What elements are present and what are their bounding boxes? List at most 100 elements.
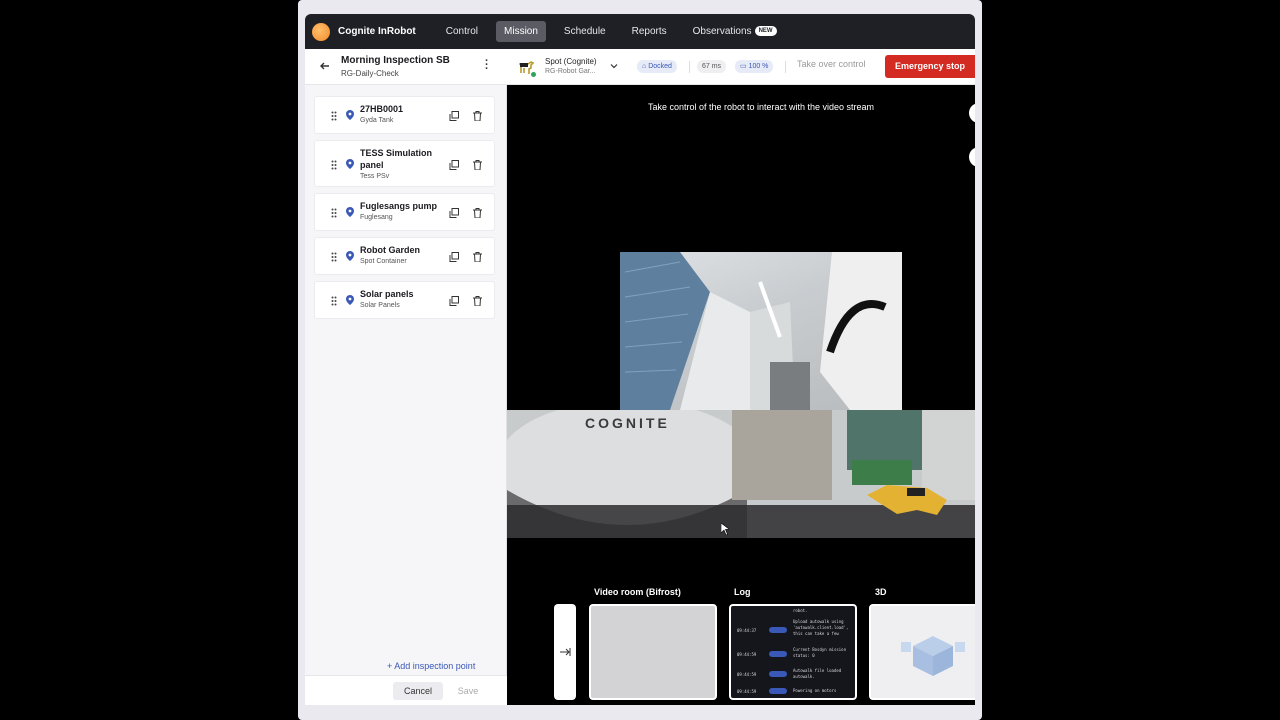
brand[interactable]: Cognite InRobot — [312, 22, 416, 41]
battery-label: 100 % — [748, 63, 769, 70]
drag-handle-icon[interactable] — [331, 160, 337, 170]
log-time: 09:44:59 — [737, 689, 757, 694]
add-inspection-point-button[interactable]: + Add inspection point — [387, 661, 475, 671]
take-over-control-button[interactable]: Take over control — [791, 59, 872, 69]
location-pin-icon — [346, 251, 354, 261]
emergency-stop-button[interactable]: Emergency stop — [885, 55, 975, 78]
mission-subtitle: RG-Daily-Check — [341, 69, 399, 78]
divider — [785, 61, 786, 73]
more-options-icon[interactable]: · · · — [485, 56, 489, 75]
drag-handle-icon[interactable] — [331, 252, 337, 262]
point-name: Fuglesangs pump — [360, 201, 438, 211]
pano-sign-text: COGNITE — [585, 415, 670, 431]
cube-icon — [901, 636, 965, 676]
duplicate-icon[interactable] — [449, 111, 459, 121]
drag-handle-icon[interactable] — [331, 208, 337, 218]
duplicate-icon[interactable] — [449, 208, 459, 218]
point-name: Solar panels — [360, 289, 414, 299]
tab-schedule[interactable]: Schedule — [556, 21, 614, 42]
mission-header: Morning Inspection SB RG-Daily-Check · · · — [305, 49, 507, 85]
mission-title: Morning Inspection SB — [341, 55, 450, 66]
point-location: Tess PSv — [360, 173, 390, 180]
front-camera-feed — [620, 252, 902, 410]
pano-scene: COGNITE — [507, 410, 975, 538]
location-pin-icon — [346, 110, 354, 120]
log-time: 09:44:37 — [737, 628, 757, 633]
top-nav: Cognite InRobot Control Mission Schedule… — [305, 14, 975, 49]
back-arrow-icon[interactable] — [319, 60, 331, 72]
list-item[interactable]: Robot Garden Spot Container — [314, 237, 495, 275]
point-location: Spot Container — [360, 258, 407, 265]
point-location: Gyda Tank — [360, 117, 394, 124]
latency-badge: 67 ms — [697, 60, 727, 73]
video-room-thumbnail[interactable] — [589, 604, 717, 700]
list-item[interactable]: TESS Simulation panel Tess PSv — [314, 140, 495, 187]
log-message: Current Bosdyn mission status: 0 — [793, 647, 846, 658]
point-location: Fuglesang — [360, 214, 393, 221]
log-thumbnail[interactable]: robot. 09:44:37 Upload autowalk using 'a… — [729, 604, 857, 700]
collapse-panels-button[interactable] — [554, 604, 576, 700]
three-d-thumbnail[interactable] — [869, 604, 975, 700]
list-item[interactable]: Fuglesangs pump Fuglesang — [314, 193, 495, 231]
list-item[interactable]: 27HB0001 Gyda Tank — [314, 96, 495, 134]
location-pin-icon — [346, 295, 354, 305]
docked-status-badge: ⌂ Docked — [637, 60, 677, 73]
location-pin-icon — [346, 159, 354, 169]
point-name: Robot Garden — [360, 245, 420, 255]
tab-mission[interactable]: Mission — [496, 21, 546, 42]
duplicate-icon[interactable] — [449, 160, 459, 170]
three-d-label: 3D — [875, 587, 887, 597]
log-time: 09:44:59 — [737, 672, 757, 677]
log-message: Powering on motors — [793, 688, 837, 693]
battery-icon: ▭ — [740, 63, 749, 70]
mouse-cursor-icon — [721, 523, 729, 535]
location-pin-icon — [346, 207, 354, 217]
panoramic-camera-feed: COGNITE — [507, 410, 975, 538]
log-level-tag — [769, 671, 787, 677]
divider — [689, 61, 690, 73]
expand-arrow-icon — [560, 648, 571, 656]
log-message: Autowalk file loaded autowalk. — [793, 668, 842, 679]
delete-icon[interactable] — [473, 111, 482, 121]
online-status-dot — [531, 72, 536, 77]
save-button[interactable]: Save — [451, 682, 485, 700]
brand-logo-icon — [312, 22, 330, 41]
log-level-tag — [769, 688, 787, 694]
mission-footer: Cancel Save — [305, 675, 507, 705]
drag-handle-icon[interactable] — [331, 111, 337, 121]
side-control-button[interactable] — [969, 147, 975, 167]
duplicate-icon[interactable] — [449, 252, 459, 262]
battery-badge: ▭ 100 % — [735, 60, 774, 73]
inspection-point-list: 27HB0001 Gyda Tank TESS Simulation panel… — [314, 96, 495, 325]
tab-control[interactable]: Control — [438, 21, 486, 42]
tab-observations[interactable]: Observations NEW — [685, 21, 785, 42]
delete-icon[interactable] — [473, 208, 482, 218]
brand-name: Cognite InRobot — [338, 26, 416, 37]
log-header: robot. — [793, 608, 808, 613]
video-stream[interactable]: Take control of the robot to interact wi… — [507, 85, 975, 705]
delete-icon[interactable] — [473, 252, 482, 262]
app-window: Cognite InRobot Control Mission Schedule… — [305, 14, 975, 705]
duplicate-icon[interactable] — [449, 296, 459, 306]
log-label: Log — [734, 587, 751, 597]
delete-icon[interactable] — [473, 296, 482, 306]
tab-observations-label: Observations — [692, 26, 752, 37]
robot-location: RG-Robot Gar... — [545, 68, 596, 75]
tab-reports[interactable]: Reports — [624, 21, 675, 42]
point-name: TESS Simulation panel — [360, 148, 433, 170]
video-room-label: Video room (Bifrost) — [594, 587, 681, 597]
delete-icon[interactable] — [473, 160, 482, 170]
log-time: 09:44:59 — [737, 652, 757, 657]
docked-label: Docked — [648, 63, 672, 70]
chevron-down-icon[interactable] — [610, 62, 618, 70]
list-item[interactable]: Solar panels Solar Panels — [314, 281, 495, 319]
cancel-button[interactable]: Cancel — [393, 682, 443, 700]
mission-panel: Morning Inspection SB RG-Daily-Check · · ·… — [305, 49, 507, 705]
log-message: Upload autowalk using 'autowalk.client.l… — [793, 619, 849, 636]
video-overlay-message: Take control of the robot to interact wi… — [647, 102, 875, 112]
drag-handle-icon[interactable] — [331, 296, 337, 306]
robot-name[interactable]: Spot (Cognite) — [545, 57, 597, 66]
camera-scene — [620, 252, 902, 410]
point-name: 27HB0001 — [360, 104, 404, 114]
robot-toolbar: Spot (Cognite) RG-Robot Gar... ⌂ Docked … — [507, 49, 975, 85]
